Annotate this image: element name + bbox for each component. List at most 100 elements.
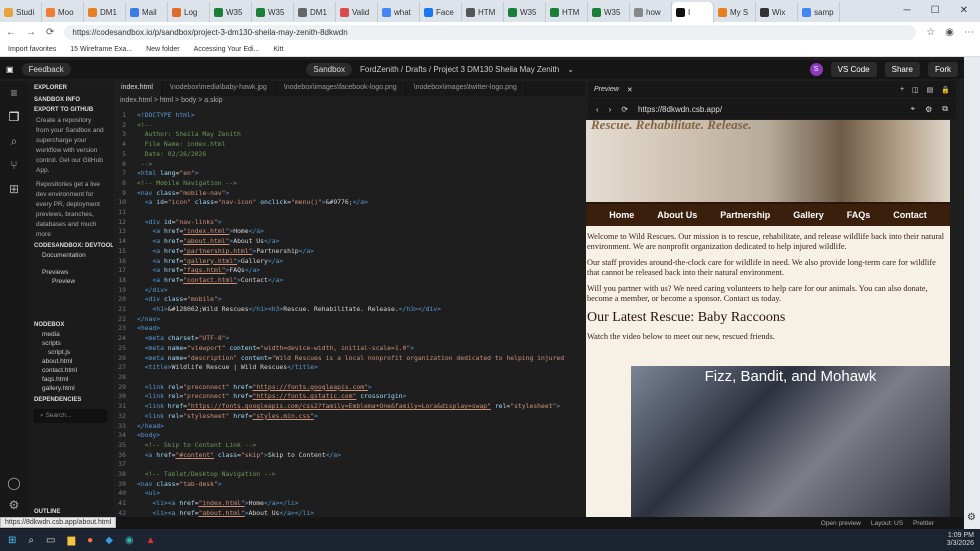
code-line[interactable]: 4 File Name: index.html — [113, 140, 585, 150]
preview-url-input[interactable]: https://8dkwdn.csb.app/ — [638, 105, 901, 114]
browser-tab[interactable]: Valid — [336, 2, 378, 22]
site-nav-faqs[interactable]: FAQs — [847, 210, 871, 220]
bookmark-item[interactable]: Import favorites — [8, 46, 56, 53]
browser-tab[interactable]: Studi — [0, 2, 42, 22]
project-breadcrumb[interactable]: FordZenith / Drafts / Project 3 DM130 Sh… — [360, 65, 559, 74]
refresh-icon[interactable]: ⟳ — [621, 105, 628, 114]
lock-icon[interactable]: 🔒 — [941, 86, 950, 94]
close-icon[interactable]: ✕ — [960, 5, 968, 16]
bookmark-item[interactable]: 15 Wireframe Exa... — [70, 46, 132, 53]
code-line[interactable]: 40 <ul> — [113, 489, 585, 499]
devtools-section[interactable]: CODESANDBOX: DEVTOOLS — [28, 241, 113, 251]
code-line[interactable]: 26 <meta name="description" content="Wil… — [113, 354, 585, 364]
dependencies-section[interactable]: DEPENDENCIES — [28, 395, 113, 405]
menu-icon[interactable]: ▣ — [6, 65, 14, 74]
favorite-star-icon[interactable]: ☆ — [926, 27, 935, 38]
close-icon[interactable]: ✕ — [627, 86, 633, 94]
file-item-contact-html[interactable]: contact.html — [28, 366, 113, 375]
browser-tab[interactable]: Mail — [126, 2, 168, 22]
code-line[interactable]: 17 <a href="faqs.html">FAQs</a> — [113, 266, 585, 276]
editor-tab[interactable]: \nodebox\images\facebook-logo.png — [276, 81, 406, 96]
site-nav-about-us[interactable]: About Us — [657, 210, 697, 220]
edge-icon[interactable]: ◉ — [125, 535, 134, 546]
firefox-icon[interactable]: ● — [87, 535, 93, 546]
split-icon[interactable]: ◫ — [912, 86, 919, 94]
code-line[interactable]: 6 --> — [113, 160, 585, 170]
layout-icon[interactable]: ▤ — [927, 86, 934, 94]
system-clock[interactable]: 1:09 PM 3/3/2026 — [947, 532, 980, 548]
export-github-section[interactable]: EXPORT TO GITHUB — [28, 105, 113, 115]
code-line[interactable]: 34 <body> — [113, 431, 585, 441]
feedback-button[interactable]: Feedback — [21, 63, 71, 76]
code-line[interactable]: 5 Date: 02/26/2026 — [113, 150, 585, 160]
preview-item[interactable]: Preview — [28, 277, 113, 286]
browser-tab[interactable]: samp — [798, 2, 840, 22]
open-preview-button[interactable]: Open preview — [821, 520, 861, 527]
forward-icon[interactable]: → — [26, 27, 36, 38]
browser-tab[interactable]: W35 — [210, 2, 252, 22]
vscode-taskbar-icon[interactable]: ◆ — [105, 535, 113, 546]
open-external-icon[interactable]: ⧉ — [942, 104, 948, 114]
code-line[interactable]: 15 <a href="partnership.html">Partnershi… — [113, 247, 585, 257]
code-line[interactable]: 22 </nav> — [113, 315, 585, 325]
documentation-item[interactable]: Documentation — [28, 251, 113, 260]
back-icon[interactable]: ‹ — [596, 105, 599, 114]
layout-status[interactable]: Layout: US — [871, 520, 903, 527]
share-button[interactable]: Share — [884, 62, 920, 77]
file-item-gallery-html[interactable]: gallery.html — [28, 384, 113, 393]
site-nav-contact[interactable]: Contact — [893, 210, 927, 220]
file-item-scripts[interactable]: scripts — [28, 339, 113, 348]
code-line[interactable]: 18 <a href="contact.html">Contact</a> — [113, 276, 585, 286]
preview-tab[interactable]: Preview — [594, 86, 619, 93]
code-line[interactable]: 19 </div> — [113, 286, 585, 296]
code-line[interactable]: 29 <link rel="preconnect" href="https://… — [113, 383, 585, 393]
code-line[interactable]: 13 <a href="index.html">Home</a> — [113, 227, 585, 237]
settings-gear-icon[interactable]: ⚙ — [0, 493, 28, 517]
source-control-icon[interactable]: ⑂ — [0, 153, 28, 177]
file-item-media[interactable]: media — [28, 330, 113, 339]
code-line[interactable]: 42 <li><a href="about.html">About Us</a>… — [113, 509, 585, 517]
code-line[interactable]: 9 <nav class="mobile-nav"> — [113, 189, 585, 199]
more-menu-icon[interactable]: ⋯ — [964, 27, 974, 38]
outline-section[interactable]: OUTLINE — [28, 507, 66, 517]
files-icon[interactable]: ❐ — [0, 105, 28, 129]
code-line[interactable]: 36 <a href="#content" class="skip">Skip … — [113, 451, 585, 461]
code-line[interactable]: 30 <link rel="preconnect" href="https://… — [113, 392, 585, 402]
minimize-icon[interactable]: ─ — [904, 5, 911, 16]
url-input[interactable]: https://codesandbox.io/p/sandbox/project… — [64, 24, 917, 40]
code-line[interactable]: 10 <a id="icon" class="nav-icon" onclick… — [113, 198, 585, 208]
browser-tab[interactable]: Face — [420, 2, 462, 22]
browser-tab[interactable]: what — [378, 2, 420, 22]
back-icon[interactable]: ← — [6, 27, 16, 38]
site-nav-home[interactable]: Home — [609, 210, 634, 220]
devtools-icon[interactable]: ⚙ — [925, 105, 932, 114]
bookmark-item[interactable]: New folder — [146, 46, 179, 53]
code-line[interactable]: 31 <link href="https://fonts.googleapis.… — [113, 402, 585, 412]
code-line[interactable]: 11 — [113, 208, 585, 218]
search-icon[interactable]: ⌕ — [0, 129, 28, 153]
code-line[interactable]: 33 </head> — [113, 422, 585, 432]
editor-tab[interactable]: \nodebox\images\twitter-logo.png — [406, 81, 526, 96]
code-line[interactable]: 35 <!-- Skip to Content Link --> — [113, 441, 585, 451]
windows-start-icon[interactable]: ⊞ — [8, 535, 16, 546]
code-line[interactable]: 14 <a href="about.html">About Us</a> — [113, 237, 585, 247]
profile-icon[interactable]: ◉ — [945, 27, 954, 38]
maximize-icon[interactable]: ☐ — [931, 5, 940, 16]
browser-tab[interactable]: HTM — [462, 2, 504, 22]
file-explorer-icon[interactable]: ▆ — [67, 535, 75, 546]
editor-tab[interactable]: \nodebox\media\baby-hawk.jpg — [162, 81, 276, 96]
code-line[interactable]: 23 <head> — [113, 324, 585, 334]
file-item-faqs-html[interactable]: faqs.html — [28, 375, 113, 384]
task-view-icon[interactable]: ▭ — [46, 535, 55, 546]
code-line[interactable]: 21 <h1>&#128062;Wild Rescues</h1><h3>Res… — [113, 305, 585, 315]
code-line[interactable]: 24 <meta charset="UTF-8"> — [113, 334, 585, 344]
browser-tab[interactable]: I — [672, 2, 714, 22]
file-item-about-html[interactable]: about.html — [28, 357, 113, 366]
prettier-status[interactable]: Prettier — [913, 520, 964, 527]
code-line[interactable]: 7 <html lang="en"> — [113, 169, 585, 179]
settings-gear-icon[interactable]: ⚙ — [967, 512, 976, 523]
add-icon[interactable]: + — [900, 86, 904, 93]
browser-tab[interactable]: Log — [168, 2, 210, 22]
code-line[interactable]: 39 <nav class="tab-desk"> — [113, 480, 585, 490]
code-line[interactable]: 28 — [113, 373, 585, 383]
